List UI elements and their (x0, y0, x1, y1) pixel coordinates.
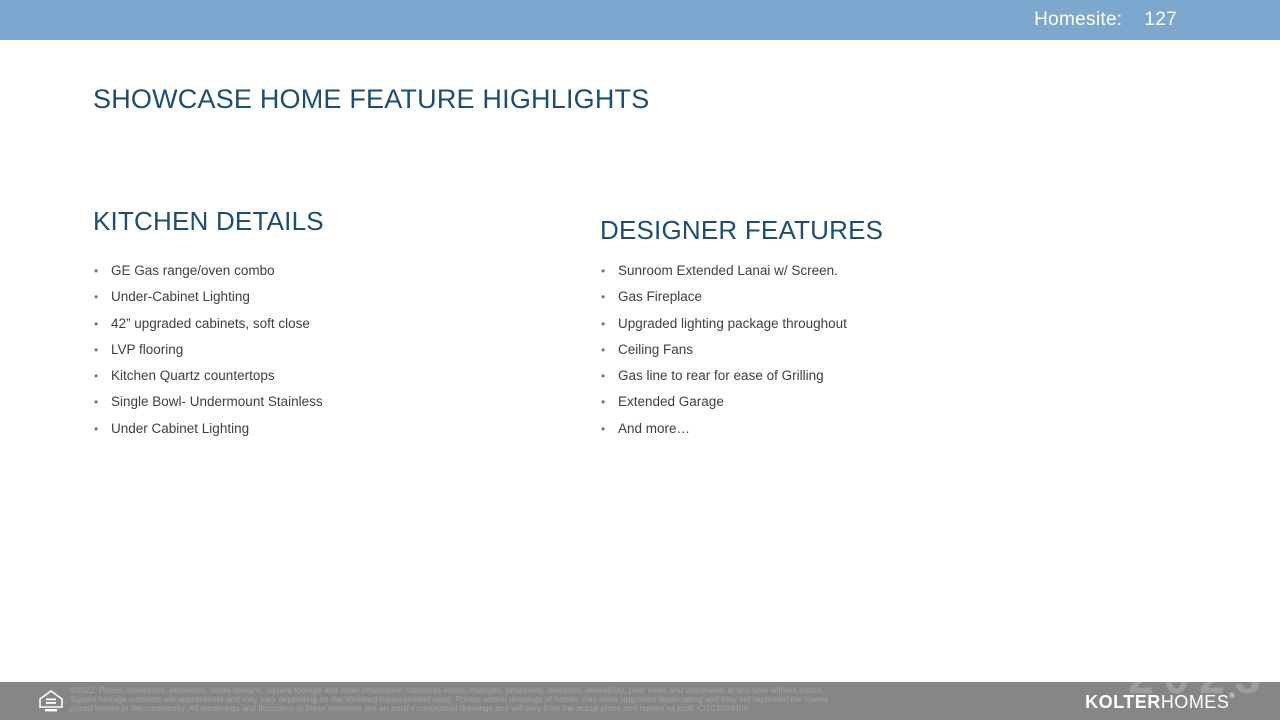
disclaimer-line: priced homes in the community. All rende… (70, 704, 828, 713)
list-item: Kitchen Quartz countertops (93, 363, 323, 389)
list-item: Under-Cabinet Lighting (93, 284, 323, 310)
designer-features-heading: DESIGNER FEATURES (600, 215, 883, 246)
list-item: Under Cabinet Lighting (93, 416, 323, 442)
kitchen-details-list: GE Gas range/oven combo Under-Cabinet Li… (93, 258, 323, 442)
list-item: Upgraded lighting package throughout (600, 311, 847, 337)
list-item: Ceiling Fans (600, 337, 847, 363)
logo-homes: HOMES (1161, 692, 1230, 713)
list-item: Gas Fireplace (600, 284, 847, 310)
registered-mark: ® (1229, 693, 1235, 700)
slide: Homesite: 127 SHOWCASE HOME FEATURE HIGH… (0, 0, 1280, 720)
list-item: And more… (600, 416, 847, 442)
list-item: Extended Garage (600, 389, 847, 415)
homesite-label: Homesite: (1034, 9, 1122, 31)
page-title: SHOWCASE HOME FEATURE HIGHLIGHTS (93, 84, 649, 115)
footer-bar: 2023 ©2022. Prices, homesites, amenities… (0, 682, 1280, 720)
homesite-indicator: Homesite: 127 (1034, 9, 1177, 31)
logo-kolter: KOLTER (1085, 692, 1161, 713)
list-item: Sunroom Extended Lanai w/ Screen. (600, 258, 847, 284)
list-item: Gas line to rear for ease of Grilling (600, 363, 847, 389)
list-item: GE Gas range/oven combo (93, 258, 323, 284)
designer-features-list: Sunroom Extended Lanai w/ Screen. Gas Fi… (600, 258, 847, 442)
list-item: 42” upgraded cabinets, soft close (93, 311, 323, 337)
disclaimer-line: ©2022. Prices, homesites, amenities, hom… (70, 686, 828, 695)
top-bar: Homesite: 127 (0, 0, 1280, 40)
list-item: Single Bowl- Undermount Stainless (93, 389, 323, 415)
disclaimer-text: ©2022. Prices, homesites, amenities, hom… (70, 686, 828, 714)
kolter-homes-logo: KOLTERHOMES® (1085, 692, 1235, 713)
kitchen-details-heading: KITCHEN DETAILS (93, 206, 324, 237)
disclaimer-line: Square footage numbers are approximate a… (70, 695, 828, 704)
homesite-value: 127 (1144, 9, 1177, 31)
list-item: LVP flooring (93, 337, 323, 363)
equal-housing-icon (38, 689, 64, 713)
